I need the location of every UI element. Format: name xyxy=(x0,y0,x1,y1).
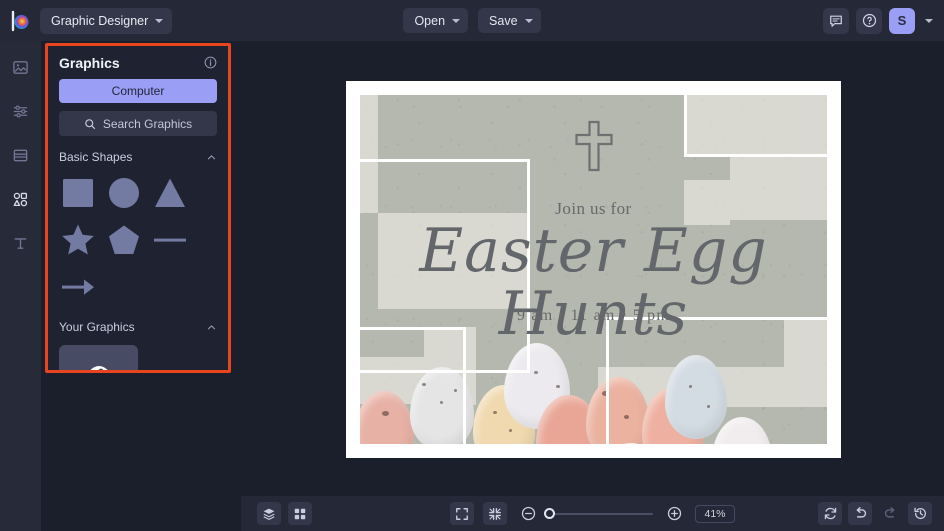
basic-shapes-grid xyxy=(59,174,217,306)
chevron-up-icon xyxy=(206,322,217,333)
design-title: Easter Egg Hunts xyxy=(360,220,827,346)
avatar[interactable]: S xyxy=(889,8,915,34)
open-button-label: Open xyxy=(414,14,445,28)
app-logo[interactable] xyxy=(0,0,40,41)
grid-icon xyxy=(293,507,307,521)
bottom-bar-left xyxy=(241,502,312,525)
redo-icon xyxy=(883,506,898,521)
zoom-slider[interactable] xyxy=(549,513,653,515)
computer-button-label: Computer xyxy=(112,84,165,98)
help-button[interactable] xyxy=(856,8,882,34)
zoom-out-button[interactable] xyxy=(516,502,540,525)
sliders-icon xyxy=(12,103,29,120)
grid-button[interactable] xyxy=(288,502,312,525)
save-button[interactable]: Save xyxy=(478,8,541,33)
fit-screen-icon xyxy=(455,507,469,521)
save-button-label: Save xyxy=(489,14,518,28)
star-shape[interactable] xyxy=(59,221,97,259)
shapes-icon xyxy=(12,191,29,208)
open-button[interactable]: Open xyxy=(403,8,468,33)
square-shape[interactable] xyxy=(59,174,97,212)
shrink-icon xyxy=(488,507,502,521)
easter-eggs-icon xyxy=(68,361,130,374)
triangle-shape[interactable] xyxy=(151,174,189,212)
top-bar: Graphic Designer xyxy=(0,0,944,41)
left-rail xyxy=(0,41,41,531)
undo-button[interactable] xyxy=(848,502,872,525)
section-header-basic-shapes[interactable]: Basic Shapes xyxy=(59,147,217,167)
cross-icon xyxy=(573,120,615,172)
section-header-your-graphics[interactable]: Your Graphics xyxy=(59,317,217,337)
comment-icon xyxy=(829,14,843,28)
sidebar-item-layouts[interactable] xyxy=(6,141,36,169)
canvas-stage[interactable]: Join us for Easter Egg Hunts 9 am • 11 a… xyxy=(241,41,944,496)
minus-circle-icon xyxy=(521,506,536,521)
chevron-up-icon xyxy=(206,152,217,163)
zoom-level[interactable]: 41% xyxy=(695,505,735,523)
chevron-down-icon xyxy=(452,19,460,23)
sidebar-item-adjustments[interactable] xyxy=(6,97,36,125)
section-title: Basic Shapes xyxy=(59,150,132,164)
text-icon xyxy=(12,235,29,252)
layers-button[interactable] xyxy=(257,502,281,525)
zoom-slider-handle[interactable] xyxy=(544,508,555,519)
info-icon[interactable] xyxy=(204,56,217,69)
arrow-shape[interactable] xyxy=(59,268,97,306)
search-icon xyxy=(84,118,96,130)
top-bar-right-actions: S xyxy=(823,0,936,41)
design-content: Join us for Easter Egg Hunts 9 am • 11 a… xyxy=(360,95,827,444)
app-switcher[interactable]: Graphic Designer xyxy=(40,8,172,34)
layers-icon xyxy=(262,507,276,521)
your-graphics-grid xyxy=(59,345,217,373)
bottom-bar-right xyxy=(818,502,932,525)
sidebar-item-graphics[interactable] xyxy=(6,185,36,213)
shrink-button[interactable] xyxy=(483,502,507,525)
fit-screen-button[interactable] xyxy=(450,502,474,525)
undo-icon xyxy=(853,506,868,521)
chevron-down-icon xyxy=(155,19,163,23)
account-menu-button[interactable] xyxy=(922,19,936,23)
search-placeholder: Search Graphics xyxy=(103,117,192,131)
zoom-in-button[interactable] xyxy=(662,502,686,525)
circle-shape[interactable] xyxy=(105,174,143,212)
refresh-icon xyxy=(823,506,838,521)
white-frame xyxy=(684,95,827,157)
easter-eggs-graphic[interactable] xyxy=(59,345,138,373)
plus-circle-icon xyxy=(667,506,682,521)
search-input[interactable]: Search Graphics xyxy=(59,111,217,136)
pentagon-shape[interactable] xyxy=(105,221,143,259)
sidebar-item-text[interactable] xyxy=(6,229,36,257)
artboard[interactable]: Join us for Easter Egg Hunts 9 am • 11 a… xyxy=(346,81,841,458)
question-circle-icon xyxy=(862,13,877,28)
refresh-button[interactable] xyxy=(818,502,842,525)
history-icon xyxy=(913,506,928,521)
layout-icon xyxy=(12,147,29,164)
history-button[interactable] xyxy=(908,502,932,525)
redo-button[interactable] xyxy=(878,502,902,525)
chevron-down-icon xyxy=(925,19,933,23)
graphics-panel: Graphics Computer Search Graphics Basic … xyxy=(45,43,231,373)
sidebar-item-images[interactable] xyxy=(6,53,36,81)
feedback-button[interactable] xyxy=(823,8,849,34)
avatar-initial: S xyxy=(898,13,907,28)
page-title: Graphics xyxy=(59,55,120,71)
app-switcher-label: Graphic Designer xyxy=(51,14,148,28)
image-icon xyxy=(12,59,29,76)
chevron-down-icon xyxy=(525,19,533,23)
panel-header: Graphics xyxy=(59,46,217,79)
design-times: 9 am • 11 am • 5 pm xyxy=(360,307,827,325)
line-shape[interactable] xyxy=(151,221,189,259)
bottom-bar: 41% xyxy=(241,496,944,531)
bee-logo-icon xyxy=(9,10,31,32)
computer-button[interactable]: Computer xyxy=(59,79,217,103)
section-title: Your Graphics xyxy=(59,320,135,334)
